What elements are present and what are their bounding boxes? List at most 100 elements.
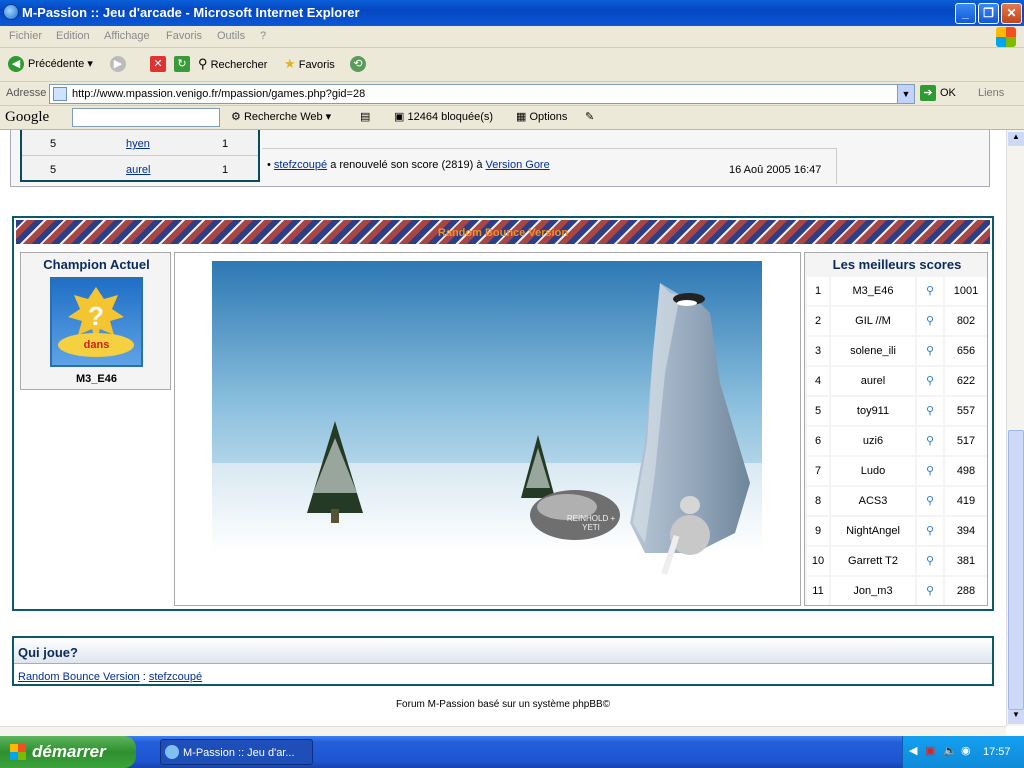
champion-heading: Champion Actuel [43, 257, 150, 272]
rank-cell: 3 [807, 337, 829, 365]
score-row: 2 GIL //M ⚲ 802 [807, 307, 987, 335]
menu-help[interactable]: ? [260, 30, 266, 42]
info-icon[interactable]: ⚲ [917, 577, 943, 605]
title-bar[interactable]: M-Passion :: Jeu d'arcade - Microsoft In… [0, 0, 1024, 26]
info-icon[interactable]: ⚲ [917, 337, 943, 365]
options-label: Options [529, 111, 568, 123]
google-search-input[interactable] [72, 108, 220, 127]
tray-expand-icon[interactable]: ◀ [909, 744, 917, 757]
horizontal-scrollbar[interactable] [0, 726, 1006, 736]
minimize-button[interactable]: _ [955, 3, 976, 24]
stop-button[interactable]: ✕ [150, 56, 170, 72]
news-button[interactable]: ▤ [360, 110, 370, 123]
maximize-button[interactable]: ❐ [978, 3, 999, 24]
score-cell: 381 [945, 547, 987, 575]
player-name-cell: Ludo [831, 457, 915, 485]
news-text-line: • stefzcoupé a renouvelé son score (2819… [267, 159, 550, 171]
refresh-button[interactable]: ↻ [174, 56, 194, 72]
info-icon[interactable]: ⚲ [917, 547, 943, 575]
network-icon[interactable]: ◉ [961, 744, 971, 757]
menu-edition[interactable]: Edition [56, 30, 90, 42]
search-icon: ⚲ [198, 56, 208, 71]
rank-cell: 7 [807, 457, 829, 485]
menu-fichier[interactable]: Fichier [9, 30, 42, 42]
options-icon: ▦ [516, 111, 527, 123]
options-button[interactable]: ▦ Options [516, 110, 567, 123]
google-logo[interactable]: Google [5, 109, 49, 126]
player-link[interactable]: stefzcoupé [149, 671, 202, 683]
back-arrow-icon: ◀ [8, 56, 24, 72]
links-label[interactable]: Liens [978, 87, 1004, 99]
game-panel: Random Bounce Version Champion Actuel ? … [12, 216, 994, 611]
taskbar-item-ie[interactable]: M-Passion :: Jeu d'ar... [160, 739, 313, 765]
favorites-label: Favoris [298, 59, 335, 71]
player-name-cell: uzi6 [831, 427, 915, 455]
scroll-down-icon[interactable]: ▼ [1008, 710, 1024, 724]
player-link[interactable]: aurel [126, 164, 150, 176]
close-button[interactable]: ✕ [1001, 3, 1022, 24]
score-row: 1 M3_E46 ⚲ 1001 [807, 277, 987, 305]
rank-cell: 9 [807, 517, 829, 545]
clock: 17:57 [983, 746, 1011, 758]
news-game-link[interactable]: Version Gore [486, 159, 550, 171]
favorites-button[interactable]: ★ Favoris [284, 56, 335, 72]
svg-text:?: ? [88, 301, 104, 331]
popup-blocker-button[interactable]: ▣ 12464 bloquée(s) [394, 110, 493, 123]
start-button[interactable]: démarrer [0, 736, 136, 768]
info-icon[interactable]: ⚲ [917, 397, 943, 425]
rock-inscription: REINHOLD + YETI [566, 514, 616, 532]
rank-cell: 8 [807, 487, 829, 515]
vertical-scrollbar[interactable]: ▲ ▼ [1006, 130, 1024, 726]
forward-button[interactable]: ▶ [110, 56, 130, 72]
history-button[interactable]: ⟲ [350, 56, 370, 72]
news-user-link[interactable]: stefzcoupé [274, 159, 327, 171]
game-canvas[interactable] [175, 253, 800, 605]
search-button[interactable]: ⚲ Rechercher [198, 56, 267, 72]
back-button[interactable]: ◀ Précédente ▾ [8, 56, 93, 72]
who-plays-header: Qui joue? [14, 638, 992, 664]
table-row: 5 aurel 1 [22, 156, 258, 182]
address-label: Adresse [6, 87, 47, 99]
game-stage[interactable]: REINHOLD + YETI [174, 252, 801, 606]
address-url: http://www.mpassion.venigo.fr/mpassion/g… [72, 88, 366, 100]
info-icon[interactable]: ⚲ [917, 427, 943, 455]
go-button[interactable]: ➔ OK [920, 85, 956, 101]
menu-favoris[interactable]: Favoris [166, 30, 202, 42]
count-cell: 1 [222, 138, 229, 150]
google-search-web-button[interactable]: ⚙ Recherche Web ▾ [231, 110, 331, 123]
score-cell: 622 [945, 367, 987, 395]
ie-window: M-Passion :: Jeu d'arcade - Microsoft In… [0, 0, 1024, 768]
separator: : [142, 671, 146, 683]
scroll-thumb[interactable] [1008, 430, 1024, 710]
info-icon[interactable]: ⚲ [917, 367, 943, 395]
info-icon[interactable]: ⚲ [917, 517, 943, 545]
star-icon: ★ [284, 56, 296, 71]
menu-outils[interactable]: Outils [217, 30, 245, 42]
system-tray: ◀ ▣ 🔈 ◉ 17:57 [902, 736, 1024, 768]
player-name-cell: GIL //M [831, 307, 915, 335]
avatar-text: dans [83, 339, 110, 351]
rank-cell: 5 [50, 164, 57, 176]
menu-affichage[interactable]: Affichage [104, 30, 150, 42]
game-link[interactable]: Random Bounce Version [18, 671, 140, 683]
volume-icon[interactable]: 🔈 [943, 744, 957, 757]
score-row: 11 Jon_m3 ⚲ 288 [807, 577, 987, 605]
news-date: 16 Aoû 2005 16:47 [729, 164, 822, 176]
info-icon[interactable]: ⚲ [917, 457, 943, 485]
player-link[interactable]: hyen [126, 138, 150, 150]
info-icon[interactable]: ⚲ [917, 487, 943, 515]
score-cell: 394 [945, 517, 987, 545]
page-icon [53, 87, 67, 101]
who-plays-box: Qui joue? Random Bounce Version : stefzc… [12, 636, 994, 686]
highlight-icon[interactable]: ✎ [585, 110, 594, 123]
tray-app-icon[interactable]: ▣ [925, 744, 935, 757]
info-icon[interactable]: ⚲ [917, 277, 943, 305]
score-cell: 517 [945, 427, 987, 455]
address-input[interactable]: http://www.mpassion.venigo.fr/mpassion/g… [49, 84, 915, 104]
news-text: a renouvelé son score (2819) à [330, 159, 483, 171]
score-cell: 557 [945, 397, 987, 425]
back-dropdown-icon[interactable]: ▾ [87, 58, 93, 70]
address-dropdown-icon[interactable]: ▼ [897, 85, 914, 103]
info-icon[interactable]: ⚲ [917, 307, 943, 335]
scroll-up-icon[interactable]: ▲ [1008, 132, 1024, 146]
